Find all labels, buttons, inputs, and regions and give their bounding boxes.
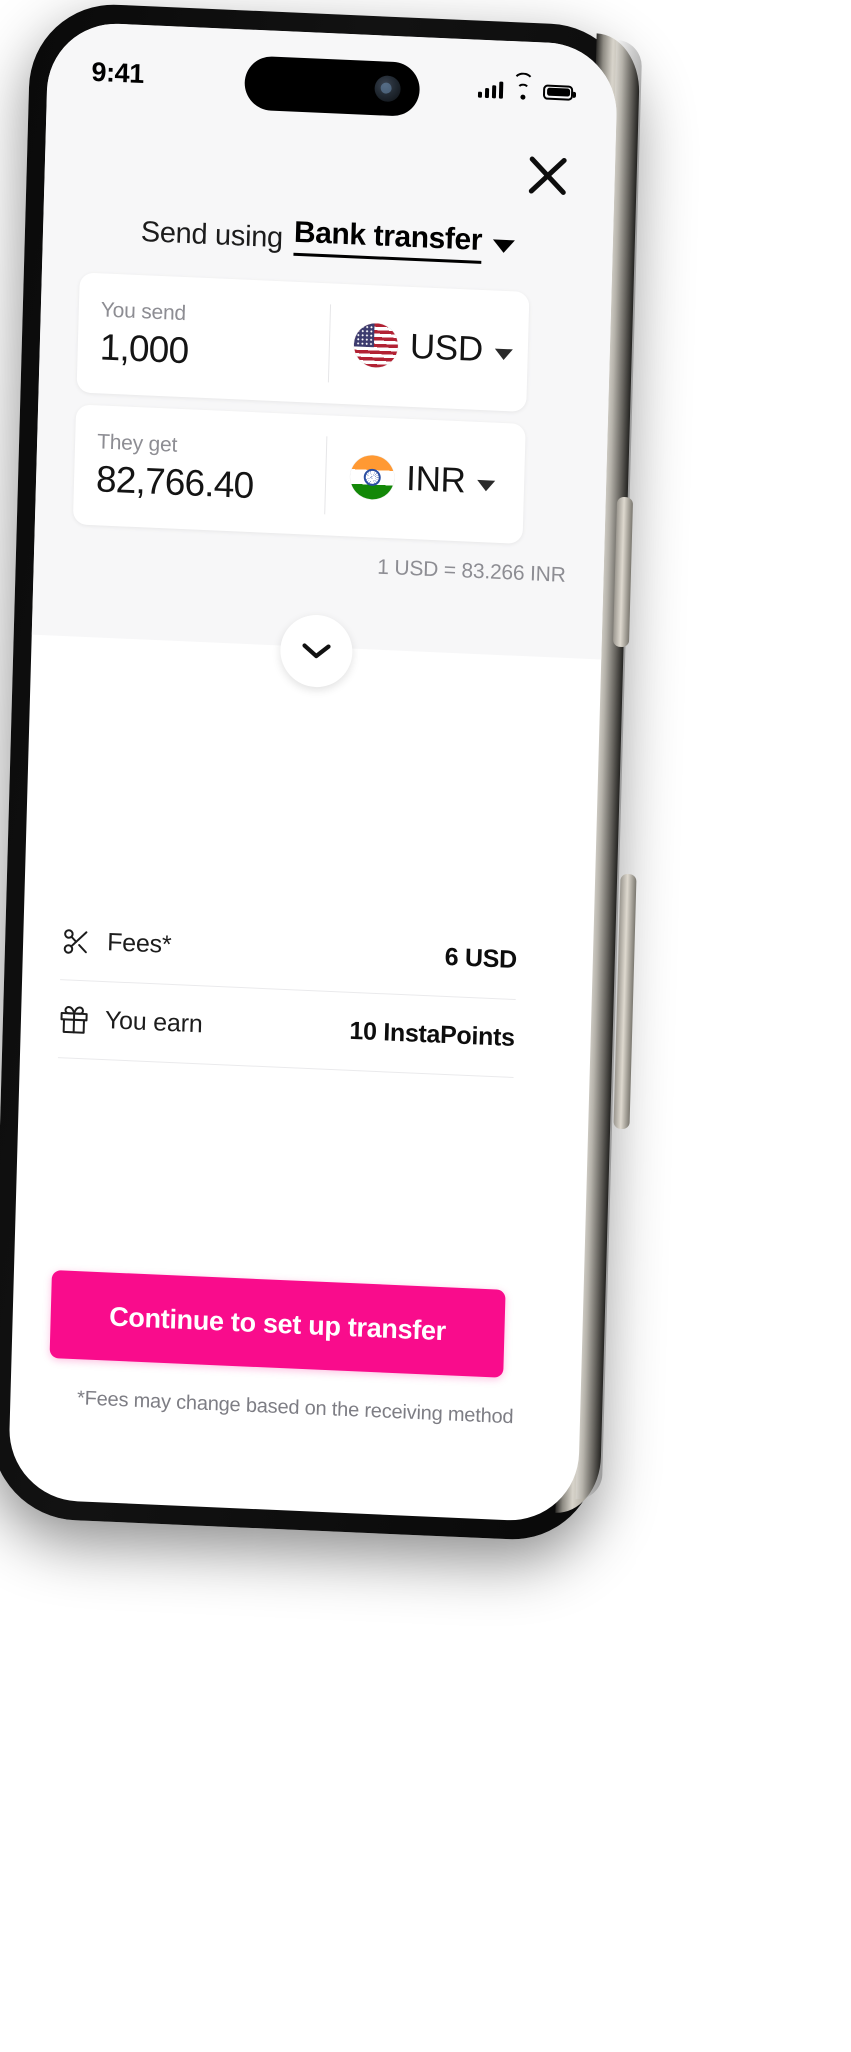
they-get-card[interactable]: They get 82,766.40 INR bbox=[72, 404, 526, 544]
they-get-amount-field[interactable]: They get 82,766.40 bbox=[74, 429, 327, 510]
you-send-amount[interactable]: 1,000 bbox=[99, 326, 329, 378]
you-earn-label: You earn bbox=[104, 1006, 203, 1039]
fees-label: Fees* bbox=[106, 928, 172, 959]
you-send-currency-code: USD bbox=[409, 326, 484, 370]
close-icon bbox=[528, 156, 567, 195]
phone-screen: 9:41 Send using Bank transfer You send 1… bbox=[7, 20, 619, 1524]
transfer-details-list: Fees* 6 USD You earn 10 InstaPoints bbox=[57, 902, 518, 1079]
gift-icon bbox=[59, 1004, 106, 1036]
continue-to-set-up-transfer-button[interactable]: Continue to set up transfer bbox=[49, 1270, 506, 1378]
us-flag-icon bbox=[353, 322, 399, 369]
chevron-down-icon[interactable] bbox=[477, 479, 496, 492]
status-bar-clock: 9:41 bbox=[91, 56, 145, 89]
send-using-method-value[interactable]: Bank transfer bbox=[293, 215, 483, 264]
caret-down-icon[interactable] bbox=[492, 239, 516, 254]
battery-full-icon bbox=[542, 83, 574, 101]
chevron-down-icon bbox=[302, 643, 331, 659]
wifi-icon bbox=[512, 71, 535, 100]
scissors-icon bbox=[61, 926, 108, 958]
fees-value: 6 USD bbox=[444, 942, 518, 975]
they-get-currency-selector[interactable]: INR bbox=[326, 453, 525, 506]
fees-footnote: *Fees may change based on the receiving … bbox=[76, 1387, 514, 1429]
status-bar-icons bbox=[477, 71, 574, 101]
cellular-signal-icon bbox=[477, 80, 504, 99]
send-using-label: Send using bbox=[140, 216, 284, 255]
they-get-amount[interactable]: 82,766.40 bbox=[96, 458, 326, 510]
chevron-down-icon[interactable] bbox=[494, 348, 513, 360]
close-button[interactable] bbox=[524, 152, 571, 200]
in-flag-icon bbox=[349, 454, 395, 501]
you-send-amount-field[interactable]: You send 1,000 bbox=[77, 297, 330, 378]
phone-mockup: 9:41 Send using Bank transfer You send 1… bbox=[0, 0, 851, 2052]
you-send-currency-selector[interactable]: USD bbox=[329, 321, 528, 374]
volume-buttons[interactable] bbox=[612, 496, 634, 648]
screenshot-root: 9:41 Send using Bank transfer You send 1… bbox=[0, 0, 851, 2052]
you-send-card[interactable]: You send 1,000 USD bbox=[76, 272, 530, 412]
you-earn-value: 10 InstaPoints bbox=[349, 1016, 516, 1053]
they-get-currency-code: INR bbox=[405, 458, 467, 501]
dynamic-island bbox=[243, 55, 421, 118]
front-camera-icon bbox=[374, 75, 401, 103]
